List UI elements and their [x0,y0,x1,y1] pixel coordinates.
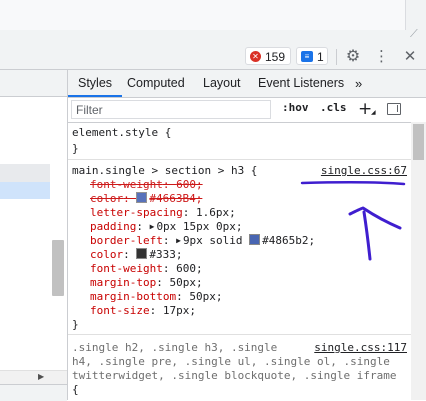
property-name: letter-spacing [90,206,183,219]
element-style-selector[interactable]: element.style { [72,126,171,140]
issues-badge[interactable]: ≡ 1 [296,47,328,65]
property-name: color [90,248,124,261]
elements-tree-hscrollbar[interactable]: ▶ [0,370,67,384]
property-name: color [90,192,124,205]
filter-input[interactable] [71,100,271,119]
resize-grip-icon[interactable]: ⟋ [410,28,422,40]
property-name: font-size [90,304,150,317]
css-property-row[interactable]: margin-top: 50px; [90,276,203,290]
property-value: 1.6px; [195,206,236,219]
rule-open-brace: { [72,383,79,396]
property-value: 0px 15px 0px; [156,220,243,233]
gear-icon[interactable]: ⚙ [344,46,362,66]
tab-event-listeners[interactable]: Event Listeners [258,70,344,97]
css-property-row[interactable]: font-weight: 600; [90,178,203,192]
property-value: #4663B4; [149,192,203,205]
style-rule-h3: main.single > section > h3 { single.css:… [68,160,411,335]
css-property-row[interactable]: color: #333; [90,248,183,262]
issues-message-icon: ≡ [301,51,313,62]
property-name: margin-bottom [90,290,177,303]
css-property-row[interactable]: letter-spacing: 1.6px; [90,206,236,220]
styles-scrollbar[interactable] [411,122,426,400]
page-content-area [0,0,406,30]
rule-selector-line[interactable]: .single h2, .single h3, .single [72,341,277,355]
rule-selector[interactable]: main.single > section > h3 { [72,164,257,178]
expand-triangle-icon[interactable]: ▶ [150,220,155,234]
property-value: 50px; [189,290,223,303]
property-value: 50px; [169,276,203,289]
styles-filter-bar: :hov .cls + ◢ [68,98,426,123]
errors-badge[interactable]: ✕ 159 [245,47,291,65]
close-icon[interactable]: ✕ [402,46,418,66]
kebab-menu-icon[interactable]: ⋮ [374,46,389,66]
property-name: font-weight [90,262,163,275]
source-link[interactable]: single.css:67 [321,164,407,178]
error-circle-icon: ✕ [250,51,261,62]
property-name: margin-top [90,276,157,289]
property-value: 600; [176,178,203,191]
styles-scrollbar-thumb[interactable] [413,124,424,160]
dom-node-row-hovered[interactable] [0,164,50,182]
css-property-row[interactable]: border-left: ▶ 9px solid #4865b2; [90,234,315,248]
property-value: 9px solid [182,234,243,247]
hover-state-toggle[interactable]: :hov [282,101,309,114]
css-property-row[interactable]: padding: ▶ 0px 15px 0px; [90,220,243,234]
page-viewport-strip [0,0,426,44]
more-tabs-chevron-icon[interactable]: » [355,70,362,97]
property-value: #333; [149,248,183,261]
color-swatch[interactable] [136,192,148,203]
toolbar-divider [336,49,337,65]
property-value: 600; [176,262,203,275]
dom-node-row-selected[interactable] [0,182,50,199]
devtools-toolbar: ✕ 159 ≡ 1 [0,44,426,70]
rule-close-brace: } [72,318,79,331]
tab-layout[interactable]: Layout [203,70,241,97]
errors-count: 159 [265,50,286,64]
source-link[interactable]: single.css:117 [314,341,407,355]
new-rule-caret-icon[interactable]: ◢ [371,109,376,116]
property-value: 17px; [162,304,196,317]
tab-styles[interactable]: Styles [78,70,112,97]
rule-close-brace: } [72,142,79,155]
rule-selector-line[interactable]: h4, .single pre, .single ul, .single ol,… [72,355,390,369]
property-name: font-weight [90,178,163,191]
tab-computed[interactable]: Computed [127,70,185,97]
color-swatch[interactable] [136,248,148,259]
toggle-sidebar-icon[interactable] [387,103,401,115]
expand-triangle-icon[interactable]: ▶ [176,234,181,248]
styles-pane: element.style { } main.single > section … [68,123,411,400]
css-property-row[interactable]: font-weight: 600; [90,262,203,276]
property-value-color: #4865b2; [262,234,316,247]
css-property-row[interactable]: margin-bottom: 50px; [90,290,222,304]
elements-tree-header [0,70,67,97]
element-style-rule: element.style { } [68,123,411,160]
elements-tree-pane [0,70,68,400]
breadcrumb-bar [0,384,67,401]
scroll-right-arrow-icon[interactable]: ▶ [38,372,44,381]
color-swatch[interactable] [249,234,261,245]
css-property-row[interactable]: color: #4663B4; [90,192,202,206]
elements-tree-scrollbar[interactable] [52,240,64,296]
active-tab-indicator [68,95,122,97]
rule-selector-line[interactable]: twitterwidget, .single blockquote, .sing… [72,369,397,383]
style-rule-single: .single h2, .single h3, .single single.c… [68,335,411,400]
property-name: border-left [90,234,163,247]
issues-count: 1 [317,50,324,64]
property-name: padding [90,220,137,233]
sidebar-tab-bar: Styles Computed Layout Event Listeners » [68,70,426,98]
class-toggle[interactable]: .cls [320,101,347,114]
css-property-row[interactable]: font-size: 17px; [90,304,196,318]
